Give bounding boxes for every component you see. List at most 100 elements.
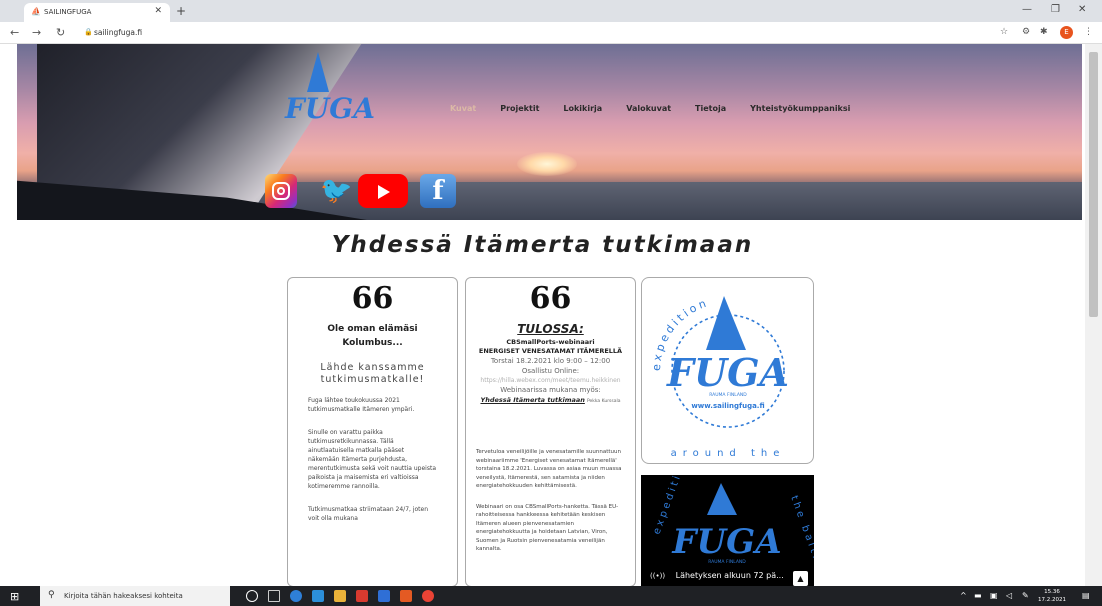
event-paragraph: Webinaari on osa CBSmallPorts-hanketta. … <box>476 503 619 553</box>
nav-item-kuvat[interactable]: Kuvat <box>450 104 476 118</box>
word-icon[interactable] <box>378 590 390 602</box>
taskbar-search[interactable]: ⚲ Kirjoita tähän hakeaksesi kohteita <box>40 586 230 606</box>
tray-chevron-icon[interactable]: ^ <box>960 591 967 600</box>
extension-icon[interactable]: ⚙ <box>1022 27 1030 37</box>
event-date: Torstai 18.2.2021 klo 9:00 – 12:00 <box>490 357 611 365</box>
fuga-badge-card: expedition FUGA RAUMA FINLAND www.sailin… <box>641 277 814 464</box>
site-favicon-icon: ⛵ <box>31 7 41 16</box>
clock-time: 15.36 <box>1044 589 1060 595</box>
event-guest-row: Yhdessä Itämerta tutkimaan Pekka Kurssal… <box>466 396 635 404</box>
instagram-lens <box>277 187 285 195</box>
lock-icon: 🔒 <box>84 28 93 36</box>
intro-heading: Ole oman elämäsi Kolumbus... <box>327 324 418 348</box>
event-online-label: Osallistu Online: <box>521 367 580 375</box>
back-icon[interactable]: ← <box>10 26 19 39</box>
page-title: Yhdessä Itämerta tutkimaan <box>331 232 754 258</box>
menu-dots-icon[interactable]: ⋮ <box>1084 27 1093 37</box>
reload-icon[interactable]: ↻ <box>56 26 65 39</box>
event-also-label: Webinaarissa mukana myös: <box>500 386 601 394</box>
restore-icon[interactable]: ❐ <box>1051 4 1060 15</box>
badge-dark-right-text: the baltic <box>788 494 814 570</box>
puzzle-icon[interactable]: ✱ <box>1040 27 1048 37</box>
url-field[interactable]: 🔒 sailingfuga.fi <box>82 25 962 41</box>
nav-item-lokikirja[interactable]: Lokikirja <box>563 104 602 118</box>
powerpoint-icon[interactable] <box>400 590 412 602</box>
intro-paragraph: Fuga lähtee toukokuussa 2021 tutkimusmat… <box>308 397 415 413</box>
nav-item-yhteistyokumppaniksi[interactable]: Yhteistyökumppaniksi <box>750 104 850 118</box>
event-link[interactable]: https://hilla.webex.com/meet/teemu.heikk… <box>466 377 635 384</box>
fuga-badge-graphic: expedition FUGA RAUMA FINLAND www.sailin… <box>650 296 789 459</box>
network-icon[interactable]: ▣ <box>990 591 998 600</box>
intro-paragraph: Tutkimusmatkaa striimataan 24/7, joten v… <box>308 506 429 522</box>
profile-avatar[interactable]: E <box>1060 26 1073 39</box>
intro-paragraph: Sinulle on varattu paikka tutkimusretkik… <box>308 429 437 490</box>
event-heading: TULOSSA: <box>517 322 584 336</box>
search-icon: ⚲ <box>48 590 55 600</box>
notification-icon[interactable]: ▤ <box>1082 591 1090 600</box>
windows-start-icon[interactable]: ⊞ <box>10 590 19 603</box>
facebook-icon[interactable]: f <box>420 174 456 208</box>
badge-bottom-text: around the <box>671 448 786 459</box>
minimize-icon[interactable]: — <box>1022 4 1032 15</box>
youtube-icon[interactable] <box>358 174 408 208</box>
quote-mark-icon: 66 <box>351 281 394 316</box>
logo-sail-icon <box>307 52 329 92</box>
page-scrollbar[interactable] <box>1085 44 1102 586</box>
event-guest-name: Pekka Kurssala <box>586 399 621 404</box>
badge-url: www.sailingfuga.fi <box>691 402 764 410</box>
new-tab-icon[interactable]: + <box>176 4 186 18</box>
site-logo[interactable]: FUGA <box>285 52 375 142</box>
scroll-top-button[interactable]: ▲ <box>793 571 808 586</box>
event-title: ENERGISET VENESATAMAT ITÄMERELLÄ <box>478 347 623 355</box>
edge-icon[interactable] <box>290 590 302 602</box>
intro-subheading: Lähde kanssamme tutkimusmatkalle! <box>320 362 425 385</box>
stream-countdown[interactable]: ((•)) Lähetyksen alkuun 72 pä... <box>650 571 784 580</box>
store-icon[interactable] <box>312 590 324 602</box>
browser-tab[interactable]: ⛵ SAILINGFUGA ✕ <box>24 3 170 22</box>
taskbar-clock[interactable]: 15.36 17.2.2021 <box>1038 588 1066 604</box>
logo-text: FUGA <box>285 92 375 125</box>
badge-brand: FUGA <box>666 350 789 395</box>
task-view-icon[interactable] <box>268 590 280 602</box>
hero-banner: FUGA <box>17 44 1082 220</box>
browser-tab-bar: ⛵ SAILINGFUGA ✕ + — ❐ ✕ <box>0 0 1102 22</box>
windows-taskbar: ⊞ ⚲ Kirjoita tähän hakeaksesi kohteita ^… <box>0 586 1102 606</box>
url-text: sailingfuga.fi <box>94 28 143 37</box>
sunset-sun <box>517 152 577 176</box>
clock-date: 17.2.2021 <box>1038 597 1066 603</box>
scrollbar-thumb[interactable] <box>1089 52 1098 317</box>
tab-title: SAILINGFUGA <box>44 8 92 16</box>
nav-item-projektit[interactable]: Projektit <box>500 104 539 118</box>
badge-dark-sail-icon <box>707 483 737 515</box>
cortana-icon[interactable] <box>246 590 258 602</box>
intro-card: 66 Ole oman elämäsi Kolumbus... Lähde ka… <box>287 277 458 587</box>
badge-dark-brand: FUGA <box>671 522 781 562</box>
taskbar-search-placeholder: Kirjoita tähän hakeaksesi kohteita <box>64 592 183 600</box>
office-icon[interactable] <box>356 590 368 602</box>
close-window-icon[interactable]: ✕ <box>1078 4 1086 15</box>
main-navigation: Kuvat Projektit Lokikirja Valokuvat Tiet… <box>450 104 850 118</box>
bookmark-star-icon[interactable]: ☆ <box>1000 27 1008 37</box>
event-name: CBSmallPorts-webinaari <box>506 338 595 346</box>
broadcast-icon: ((•)) <box>650 572 666 580</box>
nav-item-tietoja[interactable]: Tietoja <box>695 104 726 118</box>
forward-icon[interactable]: → <box>32 26 41 39</box>
close-tab-icon[interactable]: ✕ <box>154 6 162 16</box>
file-explorer-icon[interactable] <box>334 590 346 602</box>
event-card: 66 TULOSSA: CBSmallPorts-webinaari ENERG… <box>465 277 636 587</box>
event-guest-link[interactable]: Yhdessä Itämerta tutkimaan <box>480 396 584 404</box>
countdown-text: Lähetyksen alkuun 72 pä... <box>675 571 784 580</box>
address-bar: ← → ↻ 🔒 sailingfuga.fi ☆ ⚙ ✱ E ⋮ <box>0 22 1102 44</box>
pen-icon[interactable]: ✎ <box>1022 591 1029 600</box>
badge-sail-icon <box>706 296 746 350</box>
nav-item-valokuvat[interactable]: Valokuvat <box>626 104 671 118</box>
quote-mark-icon: 66 <box>529 281 572 316</box>
youtube-play <box>378 185 390 199</box>
battery-icon[interactable]: ▬ <box>974 591 982 600</box>
chrome-icon[interactable] <box>422 590 434 602</box>
badge-dark-tagline: RAUMA FINLAND <box>708 559 746 565</box>
event-paragraph: Tervetuloa veneilijöille ja venesatamill… <box>476 449 622 489</box>
volume-icon[interactable]: ◁ <box>1006 591 1012 600</box>
twitter-icon[interactable]: 🐦 <box>320 174 352 208</box>
instagram-icon[interactable] <box>265 174 297 208</box>
